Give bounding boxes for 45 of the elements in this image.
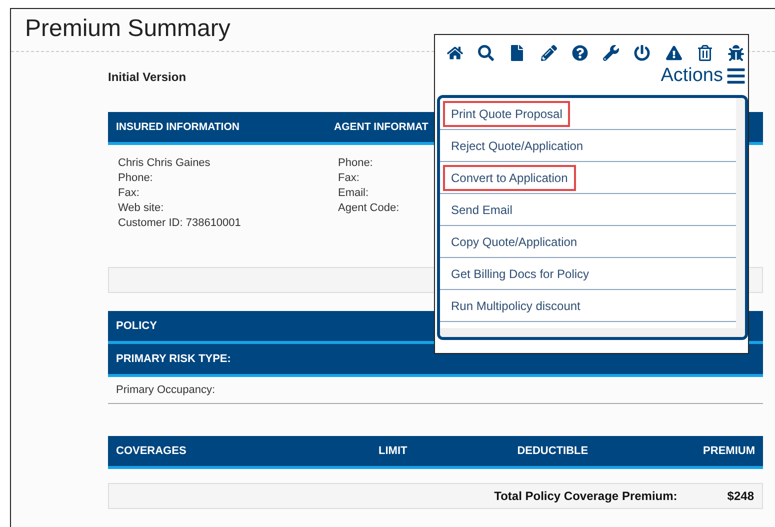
total-label: Total Policy Coverage Premium:: [494, 489, 678, 503]
menu-item-label: Send Email: [450, 202, 514, 218]
header-text: PRIMARY RISK TYPE:: [116, 353, 232, 365]
menu-icon[interactable]: [726, 66, 746, 86]
agent-detail: Phone:: [338, 157, 373, 169]
menu-item-label: Reject Quote/Application: [450, 138, 584, 154]
total-value: $248: [727, 489, 754, 503]
menu-item-label: Get Billing Docs for Policy: [450, 266, 590, 282]
agent-detail: Agent Code:: [338, 202, 400, 214]
warning-icon[interactable]: [666, 45, 682, 61]
agent-detail: Fax:: [338, 172, 360, 184]
column-header: LIMIT: [378, 445, 408, 457]
column-header: INSURED INFORMATION: [116, 121, 240, 133]
insured-detail: Customer ID: 738610001: [118, 217, 241, 229]
menu-item[interactable]: Print Quote Proposal: [440, 98, 736, 130]
search-icon[interactable]: [478, 45, 494, 61]
vertical-scrollbar[interactable]: [736, 98, 745, 328]
header-text: POLICY: [116, 320, 158, 332]
help-icon[interactable]: [572, 45, 588, 61]
column-header: AGENT INFORMAT: [334, 121, 428, 133]
insured-detail: Phone:: [118, 172, 153, 184]
home-icon[interactable]: [447, 45, 463, 61]
menu-item[interactable]: Convert to Application: [440, 162, 736, 194]
wrench-icon[interactable]: [603, 45, 620, 61]
power-icon[interactable]: [634, 45, 650, 61]
version-label: Initial Version: [108, 70, 186, 86]
insured-detail: Chris Chris Gaines: [118, 157, 210, 169]
column-header: COVERAGES: [116, 445, 188, 457]
column-header: PREMIUM: [702, 445, 755, 457]
actions-title[interactable]: Actions: [660, 65, 723, 87]
agent-detail: Email:: [338, 187, 369, 199]
menu-item-label: Print Quote Proposal: [443, 100, 570, 126]
occupancy-row: Primary Occupancy:: [108, 377, 763, 404]
insured-detail: Web site:: [118, 202, 164, 214]
horizontal-scrollbar[interactable]: [440, 328, 745, 337]
document-icon[interactable]: [509, 45, 526, 61]
trash-icon[interactable]: [696, 45, 713, 61]
column-header: DEDUCTIBLE: [516, 445, 590, 457]
bug-icon[interactable]: [728, 45, 744, 61]
insured-detail: Fax:: [118, 187, 140, 199]
page-title: Premium Summary: [24, 14, 232, 44]
menu-item-label: Copy Quote/Application: [450, 234, 578, 250]
menu-item-label: Run Multipolicy discount: [450, 298, 582, 314]
menu-item-label: Convert to Application: [443, 164, 576, 190]
pencil-icon[interactable]: [540, 45, 557, 61]
